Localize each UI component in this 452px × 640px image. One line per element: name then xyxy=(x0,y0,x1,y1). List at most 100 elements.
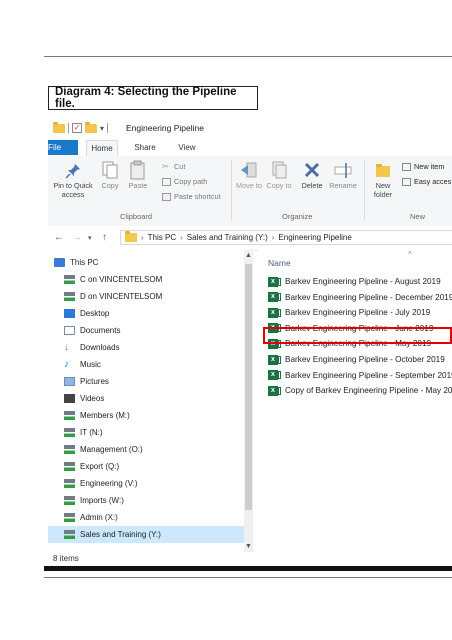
file-row[interactable]: x Barkev Engineering Pipeline - August 20… xyxy=(268,274,452,289)
nav-item[interactable]: Management (O:) xyxy=(48,441,244,458)
customize-toolbar-icon[interactable]: ▾ xyxy=(100,124,104,133)
easy-access-button[interactable]: Easy acces xyxy=(402,177,451,186)
nav-item[interactable]: D on VINCENTELSOM xyxy=(48,288,244,305)
copy-path-button[interactable]: Copy path xyxy=(162,177,207,186)
folder-icon xyxy=(53,121,65,133)
nav-item[interactable]: Export (Q:) xyxy=(48,458,244,475)
nav-item-label: Sales and Training (Y:) xyxy=(80,530,161,539)
pin-to-quick-access-button[interactable]: Pin to Quick access xyxy=(50,162,96,199)
excel-file-icon: x xyxy=(268,292,281,303)
file-row[interactable]: x Copy of Barkev Engineering Pipeline - M… xyxy=(268,383,452,398)
group-label-new: New xyxy=(410,212,426,221)
delete-button[interactable]: Delete xyxy=(298,160,326,191)
excel-file-icon: x xyxy=(268,370,281,381)
toolbar-divider xyxy=(68,123,69,133)
file-name: Barkev Engineering Pipeline - December 2… xyxy=(285,292,452,302)
scrollbar-thumb[interactable] xyxy=(245,264,252,510)
nav-item-label: Downloads xyxy=(80,343,120,352)
up-arrow-icon[interactable]: ↑ xyxy=(102,232,107,243)
nav-item[interactable]: Pictures xyxy=(48,373,244,390)
file-name: Barkev Engineering Pipeline - July 2019 xyxy=(285,308,431,318)
nav-item[interactable]: Engineering (V:) xyxy=(48,475,244,492)
new-item-button[interactable]: New item xyxy=(402,162,444,171)
group-label-organize: Organize xyxy=(282,212,313,221)
nav-item-label: Export (Q:) xyxy=(80,462,120,471)
nav-item-label: Pictures xyxy=(80,377,109,386)
properties-icon[interactable]: ✓ xyxy=(72,123,82,133)
nav-item[interactable]: Sales and Training (Y:) xyxy=(48,526,244,543)
nav-item[interactable]: Members (M:) xyxy=(48,407,244,424)
this-pc-icon xyxy=(54,258,65,267)
cut-button[interactable]: ✂ Cut xyxy=(162,162,185,171)
item-count: 8 items xyxy=(53,554,79,563)
file-row[interactable]: x Barkev Engineering Pipeline - December … xyxy=(268,290,452,305)
ribbon-home: Pin to Quick access Copy Paste ✂ Cut Cop… xyxy=(48,156,452,227)
breadcrumb-sales-and-training[interactable]: Sales and Training (Y:) xyxy=(187,233,268,242)
tab-file[interactable]: File xyxy=(48,140,78,155)
back-arrow-icon[interactable]: ← xyxy=(54,232,64,243)
nav-item[interactable]: Imports (W:) xyxy=(48,492,244,509)
tab-home[interactable]: Home xyxy=(86,140,118,156)
file-row[interactable]: x Barkev Engineering Pipeline - July 2019 xyxy=(268,305,452,320)
network-drive-icon xyxy=(64,275,75,284)
forward-arrow-icon[interactable]: → xyxy=(72,232,82,243)
window-title: Engineering Pipeline xyxy=(126,123,204,133)
paste-icon xyxy=(129,160,147,180)
network-drive-icon xyxy=(64,411,75,420)
nav-item-label: Engineering (V:) xyxy=(80,479,138,488)
caption-text: Diagram 4: Selecting the Pipeline file. xyxy=(55,86,237,110)
rename-button[interactable]: Rename xyxy=(328,160,358,191)
scroll-down-icon[interactable]: ▼ xyxy=(244,543,253,550)
rename-icon xyxy=(334,160,352,180)
tab-view[interactable]: View xyxy=(172,140,202,156)
copy-to-button[interactable]: Copy to xyxy=(266,160,292,191)
move-to-icon xyxy=(240,160,258,180)
move-to-label: Move to xyxy=(236,181,262,190)
copy-icon xyxy=(101,160,119,180)
breadcrumb-this-pc[interactable]: This PC xyxy=(148,233,176,242)
network-drive-icon xyxy=(64,428,75,437)
paste-shortcut-button[interactable]: Paste shortcut xyxy=(162,192,221,201)
new-folder-icon[interactable] xyxy=(85,121,97,133)
diagram-caption: Diagram 4: Selecting the Pipeline file. xyxy=(48,86,258,110)
file-row[interactable]: x Barkev Engineering Pipeline - October 2… xyxy=(268,352,452,367)
music-icon: ♪ xyxy=(64,359,69,370)
nav-item[interactable]: Documents xyxy=(48,322,244,339)
nav-item-label: Members (M:) xyxy=(80,411,130,420)
network-drive-icon xyxy=(64,496,75,505)
recent-locations-icon[interactable]: ▾ xyxy=(88,234,92,242)
copy-button[interactable]: Copy xyxy=(98,160,122,191)
delete-icon xyxy=(303,160,321,180)
nav-item-label: D on VINCENTELSOM xyxy=(80,292,163,301)
scroll-up-icon[interactable]: ▲ xyxy=(244,252,253,259)
nav-item-label: Imports (W:) xyxy=(80,496,124,505)
file-name: Barkev Engineering Pipeline - September … xyxy=(285,370,452,380)
nav-item[interactable]: Admin (X:) xyxy=(48,509,244,526)
pin-icon xyxy=(64,162,82,180)
videos-icon xyxy=(64,394,75,403)
selection-highlight-box xyxy=(263,327,452,344)
nav-item-label: This PC xyxy=(70,258,99,267)
network-drive-icon xyxy=(64,462,75,471)
paste-shortcut-icon xyxy=(162,192,171,201)
column-header-name[interactable]: Name xyxy=(268,258,291,268)
navigation-scrollbar[interactable]: ▲ ▼ xyxy=(244,250,253,552)
nav-item[interactable]: Videos xyxy=(48,390,244,407)
nav-item[interactable]: Desktop xyxy=(48,305,244,322)
nav-item[interactable]: This PC xyxy=(48,254,244,271)
file-row[interactable]: x Barkev Engineering Pipeline - September… xyxy=(268,368,452,383)
excel-file-icon: x xyxy=(268,354,281,365)
address-bar[interactable]: › This PC › Sales and Training (Y:) › En… xyxy=(120,230,452,245)
paste-button[interactable]: Paste xyxy=(126,160,150,191)
nav-item[interactable]: ↓ Downloads xyxy=(48,339,244,356)
breadcrumb-engineering-pipeline[interactable]: Engineering Pipeline xyxy=(278,233,351,242)
nav-item[interactable]: IT (N:) xyxy=(48,424,244,441)
nav-item[interactable]: ♪ Music xyxy=(48,356,244,373)
move-to-button[interactable]: Move to xyxy=(236,160,262,191)
title-bar: ✓ ▾ Engineering Pipeline xyxy=(48,118,452,140)
tab-share[interactable]: Share xyxy=(130,140,160,156)
nav-item[interactable]: C on VINCENTELSOM xyxy=(48,271,244,288)
new-folder-button[interactable]: New folder xyxy=(368,160,398,199)
breadcrumb-separator: › xyxy=(180,233,183,242)
rename-label: Rename xyxy=(329,181,357,190)
